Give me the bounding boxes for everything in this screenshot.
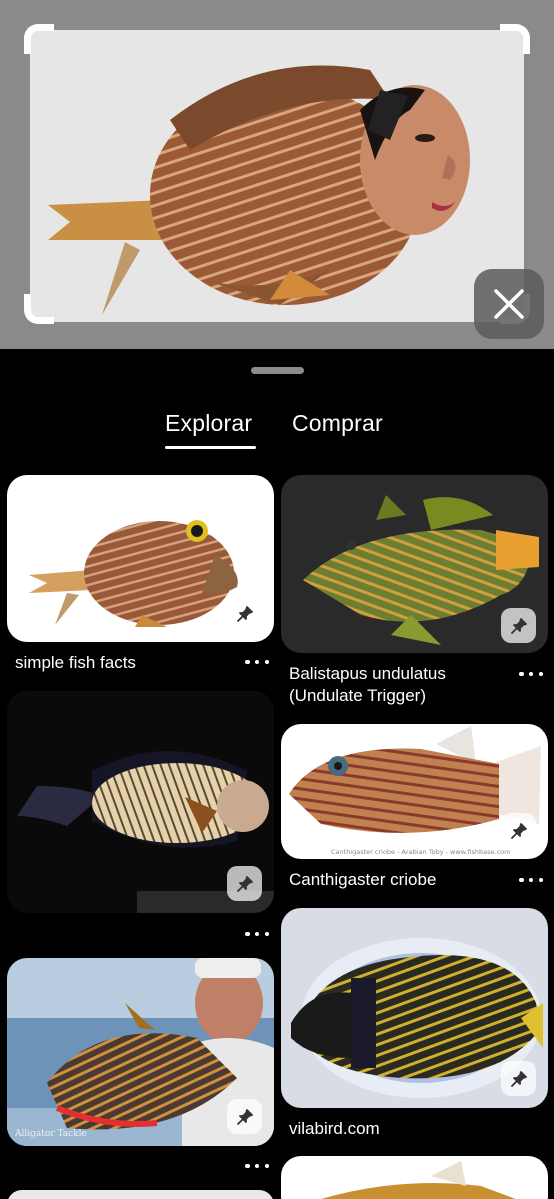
pin-card[interactable] xyxy=(7,691,274,946)
pin-card[interactable]: Canthigaster criobe - Arabian Toby - www… xyxy=(281,724,548,894)
pin-icon[interactable] xyxy=(227,866,262,901)
more-options-button[interactable] xyxy=(519,873,543,887)
query-image-area xyxy=(0,0,554,349)
svg-text:Canthigaster criobe - Arabian: Canthigaster criobe - Arabian Toby - www… xyxy=(331,848,511,856)
crop-handle-bottom-left[interactable] xyxy=(24,294,54,324)
pin-card[interactable]: simple fish facts xyxy=(7,475,274,675)
tab-bar: Explorar Comprar xyxy=(0,410,554,454)
more-options-button[interactable] xyxy=(245,1159,269,1173)
more-options-button[interactable] xyxy=(245,927,269,941)
pin-icon[interactable] xyxy=(501,813,536,848)
pin-title[interactable]: Canthigaster criobe xyxy=(289,869,514,891)
tab-comprar[interactable]: Comprar xyxy=(292,410,383,437)
crop-handle-top-left[interactable] xyxy=(24,24,54,54)
pin-card[interactable] xyxy=(7,1190,274,1199)
pin-icon[interactable] xyxy=(227,596,262,631)
more-options-button[interactable] xyxy=(245,655,269,669)
pin-card[interactable]: Alligator Tackle xyxy=(7,958,274,1178)
pin-image[interactable] xyxy=(281,1156,548,1199)
close-button[interactable] xyxy=(474,269,544,339)
pin-icon[interactable] xyxy=(227,1099,262,1134)
tab-explorar[interactable]: Explorar xyxy=(165,410,252,437)
pin-card[interactable]: vilabird.com xyxy=(281,908,548,1144)
pin-icon[interactable] xyxy=(501,608,536,643)
pin-image[interactable] xyxy=(7,1190,274,1199)
pin-card[interactable]: Balistapus undulatus (Undulate Trigger) xyxy=(281,475,548,715)
pin-card[interactable] xyxy=(281,1156,548,1199)
query-image[interactable] xyxy=(30,30,524,322)
pin-title[interactable]: simple fish facts xyxy=(15,652,240,674)
svg-text:Alligator Tackle: Alligator Tackle xyxy=(14,1129,87,1139)
visual-search-screen: Explorar Comprar simple fish facts Allig… xyxy=(0,0,554,1199)
pin-title[interactable]: Balistapus undulatus (Undulate Trigger) xyxy=(289,663,514,707)
active-tab-indicator xyxy=(165,446,256,449)
more-options-button[interactable] xyxy=(519,667,543,681)
sheet-drag-handle[interactable] xyxy=(251,367,304,374)
pin-title[interactable]: vilabird.com xyxy=(289,1118,514,1140)
pin-icon[interactable] xyxy=(501,1061,536,1096)
crop-handle-top-right[interactable] xyxy=(500,24,530,54)
close-icon xyxy=(494,289,524,319)
